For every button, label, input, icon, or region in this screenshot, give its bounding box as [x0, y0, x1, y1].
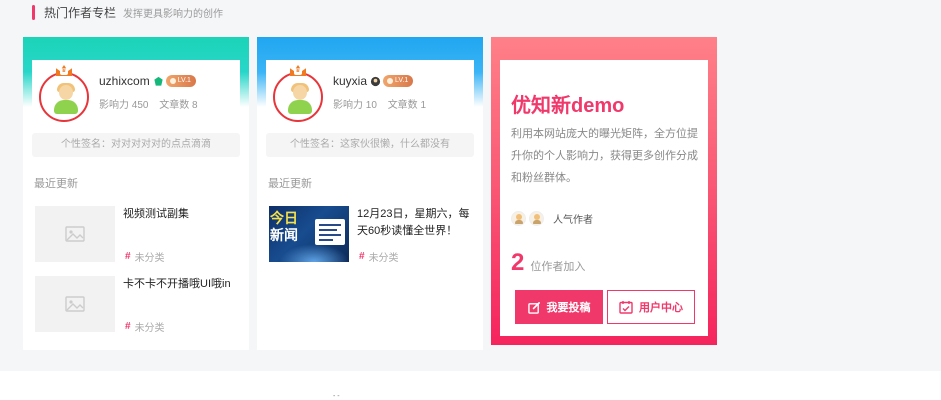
author-signature: 个性签名：对对对对对的点点滴滴	[32, 133, 240, 157]
author-count-label: 位作者加入	[530, 261, 586, 273]
gender-icon	[370, 76, 381, 86]
user-center-button[interactable]: 用户中心	[607, 290, 695, 324]
influence-stat: 影响力 10	[333, 100, 377, 111]
section-title: 热门作者专栏	[44, 5, 117, 20]
crown-badge-icon: ♛	[56, 62, 72, 76]
level-badge-text: LV.1	[177, 77, 191, 84]
popular-author-avatar[interactable]	[511, 211, 526, 226]
contributor-promo-card: 优知新demo 利用本网站庞大的曝光矩阵，全方位提升你的个人影响力，获得更多创作…	[491, 37, 717, 345]
recent-updates-label: 最近更新	[34, 178, 78, 190]
author-stats: 影响力 10 文章数 1	[333, 96, 434, 111]
promo-description: 利用本网站庞大的曝光矩阵，全方位提升你的个人影响力，获得更多创作分成和粉丝群体。	[511, 128, 698, 184]
popular-authors-label: 人气作者	[553, 215, 593, 226]
author-card-kuyxia: ♛ kuyxia LV.1 影响力 10 文章数 1 个性签名：这家伙很懒，什么…	[257, 37, 483, 350]
author-card-uzhixcom: ♛ uzhixcom LV.1 影响力 450 文章数 8 个性签名：对对对对对…	[23, 37, 249, 350]
thumb-text-top: 今日	[270, 210, 298, 226]
user-center-label: 用户中心	[639, 302, 683, 314]
author-stats: 影响力 450 文章数 8	[99, 96, 206, 111]
promo-title: 优知新demo	[511, 95, 625, 117]
post-category[interactable]: # 未分类	[125, 319, 165, 334]
recent-updates-label: 最近更新	[268, 178, 312, 190]
popular-author-avatar[interactable]	[529, 211, 544, 226]
edit-icon	[527, 301, 540, 314]
post-category[interactable]: # 未分类	[125, 249, 165, 264]
crown-badge-icon: ♛	[290, 62, 306, 76]
post-title[interactable]: 视频测试副集	[123, 206, 241, 223]
list-item[interactable]: 卡不卡不开播哦UI哦in # 未分类	[35, 276, 241, 334]
hash-icon: #	[125, 251, 131, 262]
post-title[interactable]: 12月23日，星期六，每天60秒读懂全世界！	[357, 206, 475, 240]
submit-article-button[interactable]: 我要投稿	[515, 290, 603, 324]
popular-authors: 人气作者	[511, 211, 593, 226]
articles-stat: 文章数 8	[159, 100, 198, 111]
level-badge: LV.1	[165, 75, 196, 87]
image-placeholder-icon	[65, 226, 85, 242]
list-item[interactable]: 视频测试副集 # 未分类	[35, 206, 241, 264]
hash-icon: #	[125, 321, 131, 332]
section-header: 热门作者专栏 发挥更具影响力的创作	[32, 4, 223, 20]
footer-band: - -	[0, 371, 941, 400]
author-count-number: 2	[511, 249, 525, 276]
hash-icon: #	[359, 251, 365, 262]
promo-panel: 优知新demo 利用本网站庞大的曝光矩阵，全方位提升你的个人影响力，获得更多创作…	[500, 60, 708, 336]
author-avatar[interactable]: ♛	[273, 65, 323, 122]
author-avatar[interactable]: ♛	[39, 65, 89, 122]
section-accent-bar	[32, 4, 35, 20]
post-category[interactable]: # 未分类	[359, 249, 399, 264]
section-subtitle: 发挥更具影响力的创作	[123, 8, 224, 20]
level-badge-text: LV.1	[395, 77, 409, 84]
list-item[interactable]: 今日 新闻 12月23日，星期六，每天60秒读懂全世界！ # 未分类	[269, 206, 475, 264]
footer-stub-text: - -	[333, 393, 340, 400]
post-thumbnail[interactable]: 今日 新闻	[269, 206, 349, 262]
verified-medal-icon	[154, 76, 163, 86]
influence-stat: 影响力 450	[99, 100, 149, 111]
author-name[interactable]: kuyxia	[333, 74, 367, 88]
category-label: 未分类	[134, 253, 165, 264]
author-count: 2 位作者加入	[511, 249, 585, 277]
thumb-text-bottom: 新闻	[270, 227, 298, 243]
level-badge: LV.1	[383, 75, 414, 87]
category-label: 未分类	[134, 323, 165, 334]
post-thumbnail[interactable]	[35, 276, 115, 332]
calendar-check-icon	[619, 301, 633, 314]
news-card-graphic	[315, 219, 345, 245]
articles-stat: 文章数 1	[387, 100, 427, 111]
image-placeholder-icon	[65, 296, 85, 312]
submit-article-label: 我要投稿	[546, 302, 591, 314]
author-signature: 个性签名：这家伙很懒，什么都没有	[266, 133, 474, 157]
category-label: 未分类	[368, 253, 399, 264]
post-title[interactable]: 卡不卡不开播哦UI哦in	[123, 276, 241, 293]
author-name[interactable]: uzhixcom	[99, 74, 150, 88]
post-thumbnail[interactable]	[35, 206, 115, 262]
